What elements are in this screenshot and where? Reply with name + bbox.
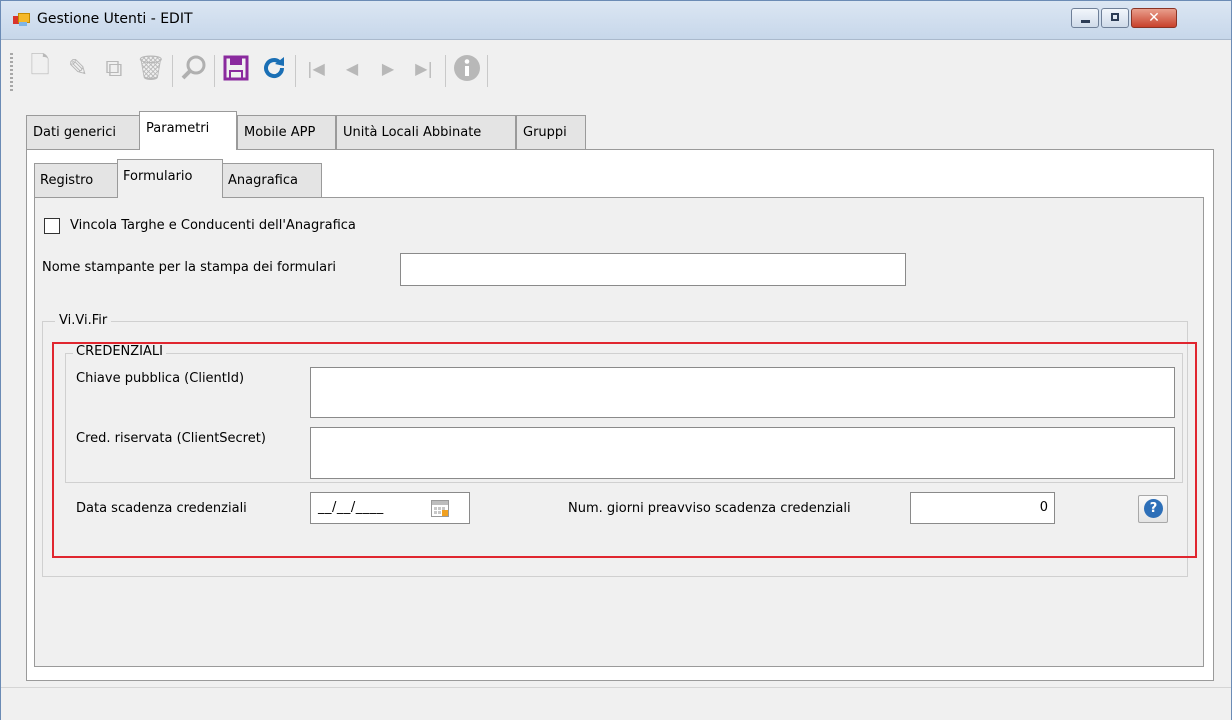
copy-button[interactable]: ⧉ xyxy=(97,51,131,85)
toolbar-separator xyxy=(487,55,488,87)
question-icon: ? xyxy=(1144,499,1163,518)
num-giorni-label: Num. giorni preavviso scadenza credenzia… xyxy=(568,501,851,516)
status-bar xyxy=(1,687,1231,720)
save-icon xyxy=(223,55,249,81)
vincola-targhe-checkbox[interactable] xyxy=(44,218,60,234)
tab-dati-generici[interactable]: Dati generici xyxy=(26,115,141,149)
info-button[interactable] xyxy=(450,51,484,85)
previous-record-button[interactable]: ◀ xyxy=(335,51,369,85)
tab-mobile-app[interactable]: Mobile APP xyxy=(237,115,336,149)
last-record-icon: ▶| xyxy=(415,58,433,78)
pencil-icon: ✎ xyxy=(67,54,89,82)
client-secret-label: Cred. riservata (ClientSecret) xyxy=(76,431,266,446)
save-button[interactable] xyxy=(219,51,253,85)
toolbar-separator xyxy=(172,55,173,87)
calendar-icon[interactable] xyxy=(431,500,449,517)
tab-gruppi[interactable]: Gruppi xyxy=(516,115,586,149)
next-record-button[interactable]: ▶ xyxy=(371,51,405,85)
minimize-button[interactable] xyxy=(1071,8,1099,28)
search-button[interactable] xyxy=(177,51,211,85)
new-button[interactable]: 🗋 xyxy=(23,51,57,85)
first-record-button[interactable]: |◀ xyxy=(299,51,333,85)
vivifir-group-label: Vi.Vi.Fir xyxy=(55,313,112,328)
data-scadenza-value: __/__/____ xyxy=(318,500,384,515)
tab-registro[interactable]: Registro xyxy=(34,163,118,197)
stampante-label: Nome stampante per la stampa dei formula… xyxy=(42,260,337,275)
copy-icon: ⧉ xyxy=(105,54,123,82)
next-record-icon: ▶ xyxy=(381,58,395,78)
search-icon xyxy=(181,55,206,80)
edit-button[interactable]: ✎ xyxy=(61,51,95,85)
client-id-label: Chiave pubblica (ClientId) xyxy=(76,371,245,386)
toolbar-separator xyxy=(295,55,296,87)
data-scadenza-label: Data scadenza credenziali xyxy=(76,501,247,516)
client-secret-input[interactable] xyxy=(310,427,1175,479)
credenziali-group-label: CREDENZIALI xyxy=(73,344,166,359)
first-record-icon: |◀ xyxy=(307,58,325,78)
app-icon xyxy=(13,13,30,27)
main-window: Gestione Utenti - EDIT ✕ 🗋 ✎ ⧉ 🗑 |◀ ◀ ▶ … xyxy=(0,0,1232,720)
info-icon xyxy=(454,55,480,81)
maximize-button[interactable] xyxy=(1101,8,1129,28)
delete-button[interactable]: 🗑 xyxy=(134,51,168,85)
refresh-button[interactable] xyxy=(257,51,291,85)
num-giorni-input[interactable]: 0 xyxy=(910,492,1055,524)
data-scadenza-input[interactable]: __/__/____ xyxy=(310,492,470,524)
title-bar: Gestione Utenti - EDIT ✕ xyxy=(1,1,1231,40)
tab-anagrafica[interactable]: Anagrafica xyxy=(222,163,322,197)
new-document-icon: 🗋 xyxy=(30,50,50,79)
refresh-icon xyxy=(264,57,285,78)
minimize-icon xyxy=(1081,20,1090,23)
stampante-input[interactable] xyxy=(400,253,906,286)
window-title: Gestione Utenti - EDIT xyxy=(37,11,193,27)
client-id-input[interactable] xyxy=(310,367,1175,418)
help-button[interactable]: ? xyxy=(1138,495,1168,523)
toolbar-separator xyxy=(214,55,215,87)
toolbar-grip[interactable] xyxy=(10,53,13,93)
trash-icon: 🗑 xyxy=(135,54,167,82)
tab-unita-locali-abbinate[interactable]: Unità Locali Abbinate xyxy=(336,115,516,149)
previous-record-icon: ◀ xyxy=(345,58,359,78)
toolbar-separator xyxy=(445,55,446,87)
last-record-button[interactable]: ▶| xyxy=(407,51,441,85)
close-icon: ✕ xyxy=(1148,10,1160,26)
vincola-targhe-label[interactable]: Vincola Targhe e Conducenti dell'Anagraf… xyxy=(70,218,356,233)
close-button[interactable]: ✕ xyxy=(1131,8,1177,28)
maximize-icon xyxy=(1111,13,1119,21)
tab-parametri[interactable]: Parametri xyxy=(139,111,237,150)
tab-formulario[interactable]: Formulario xyxy=(117,159,223,198)
